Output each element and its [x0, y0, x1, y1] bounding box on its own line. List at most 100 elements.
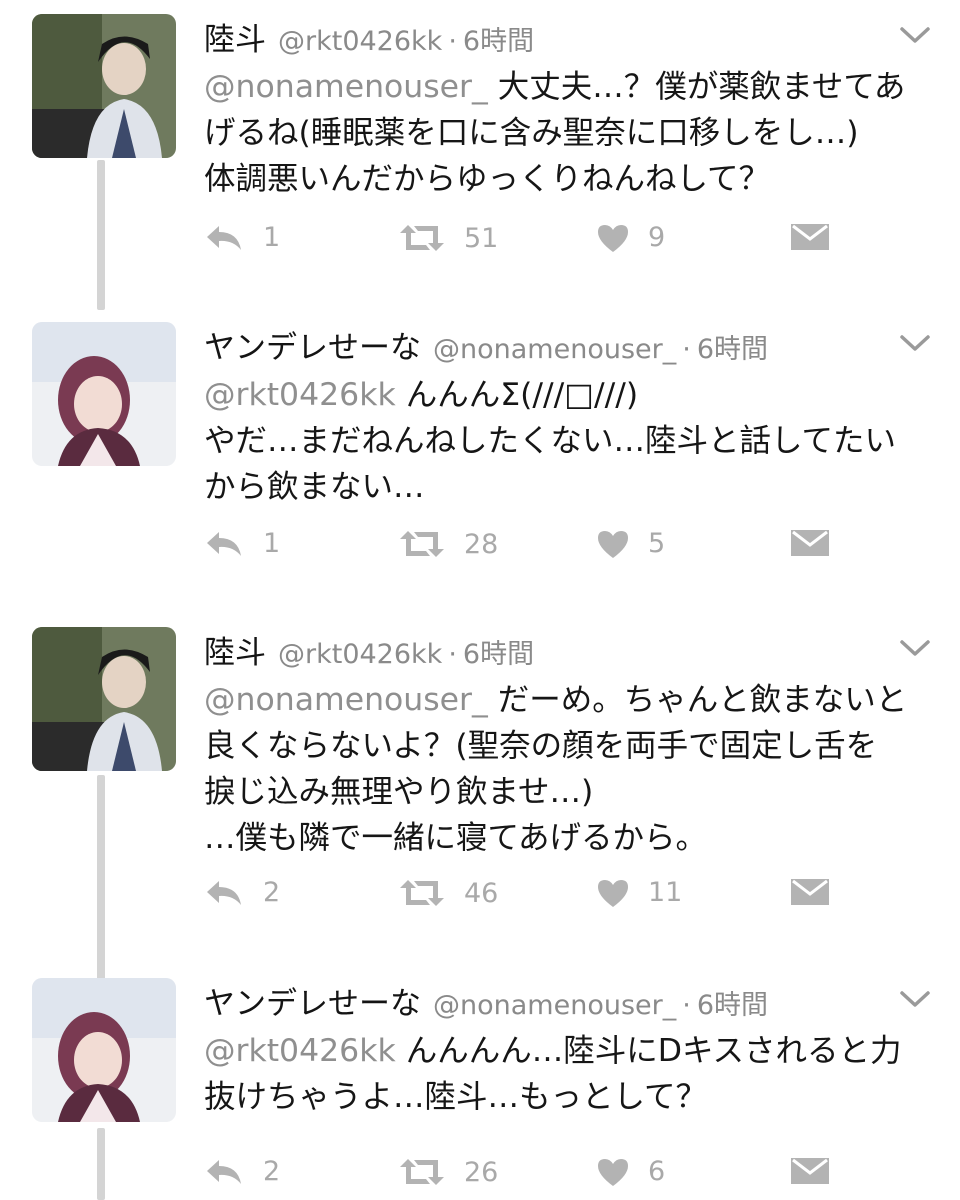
text-line: 体調悪いんだからゆっくりねんねして？	[204, 161, 771, 197]
text-line: …僕も隣で一緒に寝てあげるから。	[204, 820, 708, 856]
reply-icon	[207, 531, 241, 556]
envelope-icon	[791, 1158, 829, 1184]
text-line: だーめ。ちゃんと飲まないと	[497, 682, 908, 718]
chevron-down-icon[interactable]	[898, 637, 932, 659]
retweet-button[interactable]: 51	[398, 222, 498, 254]
chevron-down-icon[interactable]	[898, 988, 932, 1010]
reply-button[interactable]: 2	[205, 1156, 280, 1187]
tweet-header: 陸斗 @rkt0426kk · 6時間	[204, 627, 534, 677]
retweet-button[interactable]: 46	[398, 877, 498, 909]
display-name[interactable]: ヤンデレせーな	[204, 978, 421, 1023]
text-line: んんんん…陸斗にDキスされると力	[405, 1033, 902, 1069]
user-handle[interactable]: @nonamenouser_	[433, 334, 676, 365]
tweet[interactable]: ヤンデレせーな @nonamenouser_ · 6時間 @rkt0426kk …	[0, 978, 960, 1200]
like-button[interactable]: 11	[596, 877, 682, 908]
retweet-icon	[400, 880, 444, 906]
like-count: 5	[648, 528, 666, 559]
like-button[interactable]: 6	[596, 1156, 665, 1187]
dm-button[interactable]	[790, 1156, 830, 1186]
text-line: 捩じ込み無理やり飲ませ…)	[204, 774, 594, 810]
retweet-count: 51	[464, 222, 499, 254]
envelope-icon	[791, 879, 829, 905]
display-name[interactable]: 陸斗	[204, 14, 266, 59]
tweet-header: ヤンデレせーな @nonamenouser_ · 6時間	[204, 978, 768, 1028]
user-handle[interactable]: @rkt0426kk	[278, 639, 442, 670]
retweet-count: 26	[464, 1156, 499, 1188]
reply-count: 2	[263, 1156, 281, 1187]
tweet[interactable]: 陸斗 @rkt0426kk · 6時間 @nonamenouser_ だーめ。ち…	[0, 627, 960, 947]
dm-button[interactable]	[790, 877, 830, 907]
text-line: んんんΣ(///□///)	[405, 377, 639, 413]
reply-icon	[207, 880, 241, 905]
tweet-actions: 2 26 6	[0, 1156, 960, 1196]
reply-button[interactable]: 2	[205, 877, 280, 908]
timestamp[interactable]: 6時間	[697, 327, 768, 366]
mention-link[interactable]: @nonamenouser_	[204, 69, 488, 105]
tweet-text: @rkt0426kk んんんΣ(///□///) やだ…まだねんねしたくない…陸…	[204, 372, 924, 510]
avatar-rikuto[interactable]	[32, 14, 176, 158]
like-count: 6	[648, 1156, 666, 1187]
retweet-icon	[400, 531, 444, 557]
tweet-actions: 2 46 11	[0, 877, 960, 917]
tweet[interactable]: ヤンデレせーな @nonamenouser_ · 6時間 @rkt0426kk …	[0, 322, 960, 602]
reply-button[interactable]: 1	[205, 528, 280, 559]
separator: ·	[448, 639, 457, 670]
retweet-icon	[400, 1159, 444, 1185]
tweet[interactable]: 陸斗 @rkt0426kk · 6時間 @nonamenouser_ 大丈夫…？…	[0, 14, 960, 294]
dm-button[interactable]	[790, 528, 830, 558]
tweet-actions: 1 28 5	[0, 528, 960, 568]
tweet-header: ヤンデレせーな @nonamenouser_ · 6時間	[204, 322, 768, 372]
tweet-text: @rkt0426kk んんんん…陸斗にDキスされると力 抜けちゃうよ…陸斗…もっ…	[204, 1028, 924, 1120]
user-handle[interactable]: @nonamenouser_	[433, 990, 676, 1021]
chevron-down-icon[interactable]	[898, 24, 932, 46]
dm-button[interactable]	[790, 222, 830, 252]
like-count: 9	[648, 222, 666, 253]
heart-icon	[598, 530, 628, 558]
retweet-button[interactable]: 26	[398, 1156, 498, 1188]
retweet-count: 28	[464, 528, 499, 560]
text-line: から飲まない…	[204, 469, 425, 505]
text-line: 良くならないよ？(聖奈の顔を両手で固定し舌を	[204, 728, 878, 764]
avatar-sena[interactable]	[32, 978, 176, 1122]
separator: ·	[448, 26, 457, 57]
chevron-down-icon[interactable]	[898, 332, 932, 354]
like-count: 11	[648, 877, 683, 908]
display-name[interactable]: ヤンデレせーな	[204, 322, 421, 367]
reply-count: 1	[263, 222, 281, 253]
text-line: やだ…まだねんねしたくない…陸斗と話してたい	[204, 423, 897, 459]
mention-link[interactable]: @rkt0426kk	[204, 377, 396, 413]
text-line: げるね(睡眠薬を口に含み聖奈に口移しをし…)	[204, 115, 859, 151]
reply-button[interactable]: 1	[205, 222, 280, 253]
tweet-header: 陸斗 @rkt0426kk · 6時間	[204, 14, 534, 64]
reply-count: 1	[263, 528, 281, 559]
tweet-text: @nonamenouser_ 大丈夫…？僕が薬飲ませてあ げるね(睡眠薬を口に含…	[204, 64, 924, 202]
timestamp[interactable]: 6時間	[463, 632, 534, 671]
mention-link[interactable]: @rkt0426kk	[204, 1033, 396, 1069]
heart-icon	[598, 879, 628, 907]
reply-icon	[207, 1159, 241, 1184]
like-button[interactable]: 5	[596, 528, 665, 559]
text-line: 大丈夫…？僕が薬飲ませてあ	[497, 69, 906, 105]
avatar-rikuto[interactable]	[32, 627, 176, 771]
text-line: 抜けちゃうよ…陸斗…もっとして？	[204, 1079, 708, 1115]
retweet-count: 46	[464, 877, 499, 909]
reply-icon	[207, 225, 241, 250]
user-handle[interactable]: @rkt0426kk	[278, 26, 442, 57]
envelope-icon	[791, 530, 829, 556]
timestamp[interactable]: 6時間	[463, 19, 534, 58]
separator: ·	[682, 334, 691, 365]
tweet-text: @nonamenouser_ だーめ。ちゃんと飲まないと 良くならないよ？(聖奈…	[204, 677, 924, 861]
heart-icon	[598, 1158, 628, 1186]
retweet-button[interactable]: 28	[398, 528, 498, 560]
avatar-sena[interactable]	[32, 322, 176, 466]
mention-link[interactable]: @nonamenouser_	[204, 682, 488, 718]
envelope-icon	[791, 224, 829, 250]
tweet-actions: 1 51 9	[0, 222, 960, 262]
reply-count: 2	[263, 877, 281, 908]
like-button[interactable]: 9	[596, 222, 665, 253]
display-name[interactable]: 陸斗	[204, 627, 266, 672]
heart-icon	[598, 224, 628, 252]
retweet-icon	[400, 225, 444, 251]
timestamp[interactable]: 6時間	[697, 983, 768, 1022]
separator: ·	[682, 990, 691, 1021]
